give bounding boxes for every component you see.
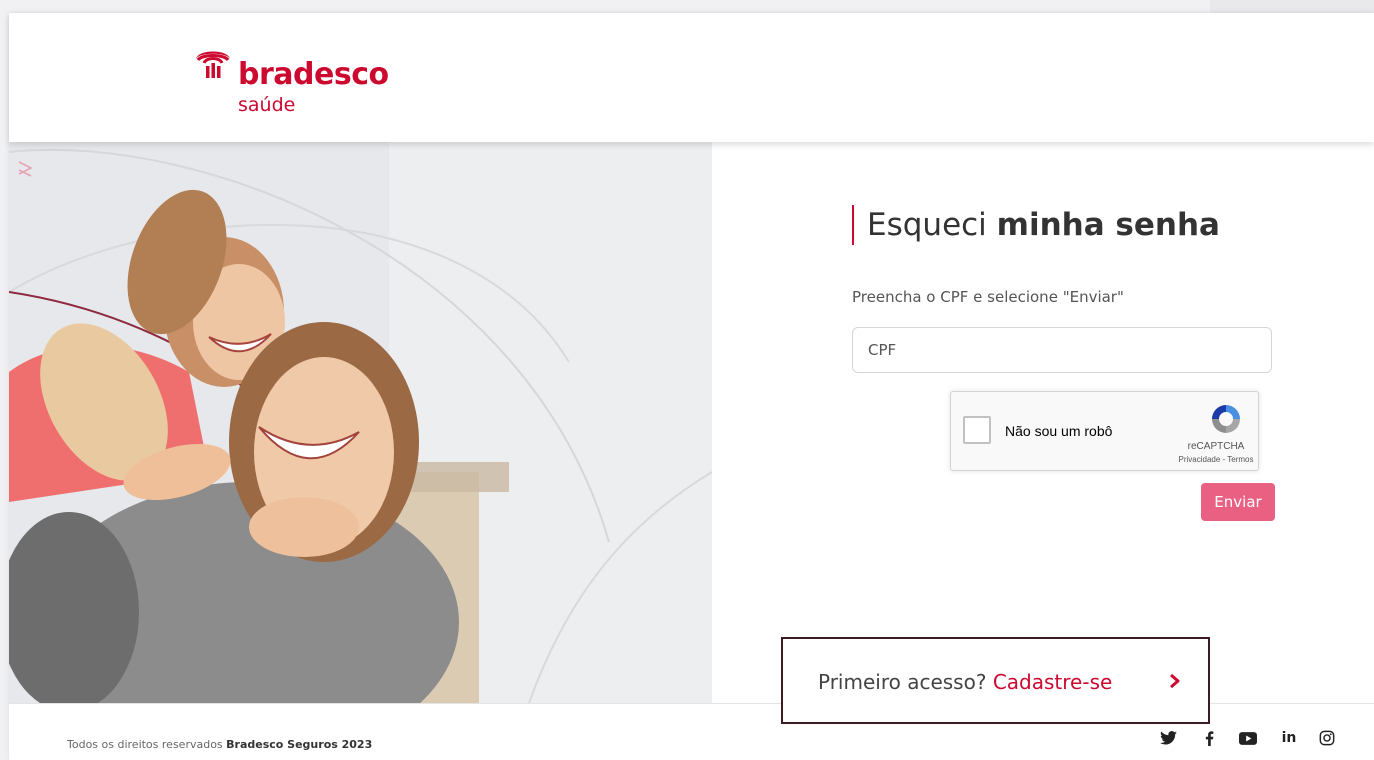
first-access-text: Primeiro acesso? Cadastre-se [818, 670, 1112, 694]
recaptcha-brand: reCAPTCHA [1187, 441, 1245, 452]
forgot-password-panel: Esqueci minha senha Preencha o CPF e sel… [712, 142, 1374, 703]
copyright-company: Bradesco Seguros 2023 [226, 738, 373, 751]
recaptcha-terms-link[interactable]: Termos [1227, 455, 1253, 464]
recaptcha-links: Privacidade - Termos [1173, 455, 1259, 464]
recaptcha-logo-icon [1212, 405, 1240, 433]
copyright-rights: Todos os direitos reservados [67, 738, 223, 751]
hero-image [9, 142, 712, 703]
send-button[interactable]: Enviar [1201, 483, 1275, 521]
logo-subtitle: saúde [238, 94, 296, 116]
register-link[interactable]: Cadastre-se [993, 670, 1112, 694]
copyright-text: Todos os direitos reservados Bradesco Se… [67, 738, 372, 751]
instagram-icon[interactable] [1318, 729, 1336, 747]
title-bold-text: minha senha [996, 207, 1220, 243]
recaptcha-checkbox[interactable] [963, 416, 991, 444]
bradesco-saude-logo[interactable]: bradesco saúde [192, 43, 392, 123]
linkedin-icon[interactable]: in [1280, 729, 1298, 747]
instruction-text: Preencha o CPF e selecione "Enviar" [852, 288, 1124, 306]
facebook-icon[interactable] [1200, 729, 1218, 747]
title-light-text: Esqueci [867, 207, 987, 243]
page-title: Esqueci minha senha [852, 205, 1220, 245]
recaptcha-label: Não sou um robô [1005, 423, 1113, 439]
bradesco-tree-logo-icon [196, 51, 230, 78]
recaptcha-widget: Não sou um robô reCAPTCHA Privacidade - … [950, 391, 1259, 471]
cpf-input[interactable] [852, 327, 1272, 373]
twitter-icon[interactable] [1159, 729, 1177, 747]
chevron-right-icon[interactable] [1169, 673, 1181, 689]
first-access-question: Primeiro acesso? [818, 670, 987, 694]
logo-wordmark: bradesco [238, 57, 389, 92]
youtube-icon[interactable] [1239, 729, 1257, 747]
first-access-box: Primeiro acesso? Cadastre-se [781, 637, 1210, 724]
site-header: bradesco saúde [9, 13, 1374, 142]
page: bradesco saúde Esqueci minha senha Preen… [9, 13, 1374, 760]
recaptcha-privacy-link[interactable]: Privacidade [1178, 455, 1220, 464]
background-strip [1210, 0, 1374, 13]
